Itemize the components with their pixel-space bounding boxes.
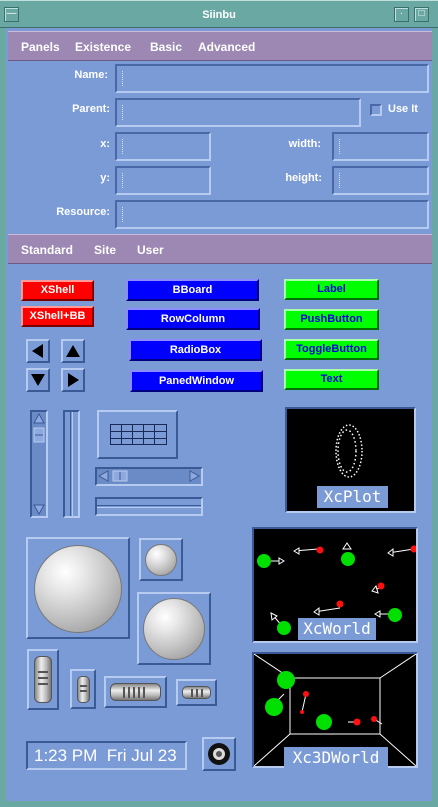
- xshell-bb-button[interactable]: XShell+BB: [21, 306, 94, 327]
- arrow-right-button[interactable]: [61, 368, 85, 392]
- xshell-button[interactable]: XShell: [21, 280, 94, 301]
- window-title: Siinbu: [202, 9, 236, 21]
- menu-site[interactable]: Site: [94, 243, 116, 257]
- arrow-down-icon: [31, 374, 45, 386]
- maximize-icon[interactable]: □: [414, 7, 429, 22]
- y-label: y:: [100, 172, 110, 184]
- bboard-button[interactable]: BBoard: [126, 279, 259, 301]
- horizontal-slider-large[interactable]: [104, 676, 167, 708]
- hscroll-arrows-icon: [97, 470, 201, 482]
- xcworld-label: XcWorld: [298, 618, 376, 640]
- xc3dworld-widget[interactable]: Xc3DWorld: [252, 652, 418, 769]
- pushbutton-button[interactable]: PushButton: [284, 309, 379, 330]
- rowcolumn-button[interactable]: RowColumn: [126, 308, 260, 330]
- name-field[interactable]: [115, 64, 429, 93]
- text-button[interactable]: Text: [284, 369, 379, 390]
- panedwindow-button[interactable]: PanedWindow: [130, 370, 263, 392]
- menu-existence[interactable]: Existence: [75, 40, 131, 54]
- parent-field[interactable]: [115, 98, 361, 127]
- horizontal-slider-small[interactable]: [176, 679, 217, 706]
- clock-display: 1:23 PM Fri Jul 23: [26, 741, 187, 770]
- large-dial-frame: [26, 537, 130, 639]
- y-field[interactable]: [115, 166, 211, 195]
- name-label: Name:: [74, 69, 108, 81]
- round-button[interactable]: [202, 737, 236, 771]
- use-it-label: Use It: [388, 103, 418, 115]
- width-label: width:: [288, 138, 321, 150]
- togglebutton-button[interactable]: ToggleButton: [284, 339, 379, 360]
- vertical-separator: [63, 410, 80, 518]
- horizontal-scrollbar[interactable]: [95, 467, 203, 486]
- small-dial-knob[interactable]: [145, 544, 177, 576]
- menu-user[interactable]: User: [137, 243, 164, 257]
- vertical-slider-large[interactable]: [27, 649, 59, 710]
- menu-advanced[interactable]: Advanced: [198, 40, 255, 54]
- top-menu-bar: Panels Existence Basic Advanced: [8, 31, 432, 61]
- use-it-checkbox[interactable]: [370, 104, 382, 116]
- xcworld-widget[interactable]: XcWorld: [252, 527, 418, 643]
- record-icon: [208, 743, 230, 765]
- parent-label: Parent:: [72, 103, 110, 115]
- minimize-icon[interactable]: ·: [394, 7, 409, 22]
- medium-dial-frame: [137, 592, 211, 665]
- xcplot-widget[interactable]: XcPlot: [285, 407, 416, 513]
- menu-standard[interactable]: Standard: [21, 243, 73, 257]
- medium-dial-knob[interactable]: [143, 598, 205, 660]
- resource-label: Resource:: [56, 206, 110, 218]
- menu-panels[interactable]: Panels: [21, 40, 60, 54]
- label-button[interactable]: Label: [284, 279, 379, 300]
- radiobox-button[interactable]: RadioBox: [129, 339, 262, 361]
- horizontal-separator: [95, 497, 203, 516]
- vertical-slider-small[interactable]: [70, 669, 96, 709]
- grid-icon: [110, 424, 167, 445]
- large-dial-knob[interactable]: [34, 545, 122, 633]
- width-field[interactable]: [332, 132, 429, 161]
- palette-menu-bar: Standard Site User: [8, 234, 432, 264]
- arrow-left-button[interactable]: [26, 339, 50, 363]
- x-label: x:: [100, 138, 110, 150]
- arrow-left-icon: [32, 344, 43, 358]
- x-field[interactable]: [115, 132, 211, 161]
- title-bar[interactable]: — Siinbu · □: [0, 0, 438, 28]
- scrollbar-arrows-icon: [33, 412, 45, 516]
- xc3dworld-label: Xc3DWorld: [284, 747, 388, 769]
- arrow-down-button[interactable]: [26, 368, 50, 392]
- vertical-scrollbar[interactable]: [30, 410, 48, 518]
- menu-basic[interactable]: Basic: [150, 40, 182, 54]
- arrow-up-icon: [66, 345, 80, 357]
- table-widget[interactable]: [97, 410, 178, 459]
- xcplot-label: XcPlot: [317, 486, 388, 508]
- resource-field[interactable]: [115, 200, 429, 229]
- arrow-right-icon: [68, 373, 79, 387]
- small-dial-frame: [139, 538, 183, 581]
- height-label: height:: [285, 172, 322, 184]
- arrow-up-button[interactable]: [61, 339, 85, 363]
- height-field[interactable]: [332, 166, 429, 195]
